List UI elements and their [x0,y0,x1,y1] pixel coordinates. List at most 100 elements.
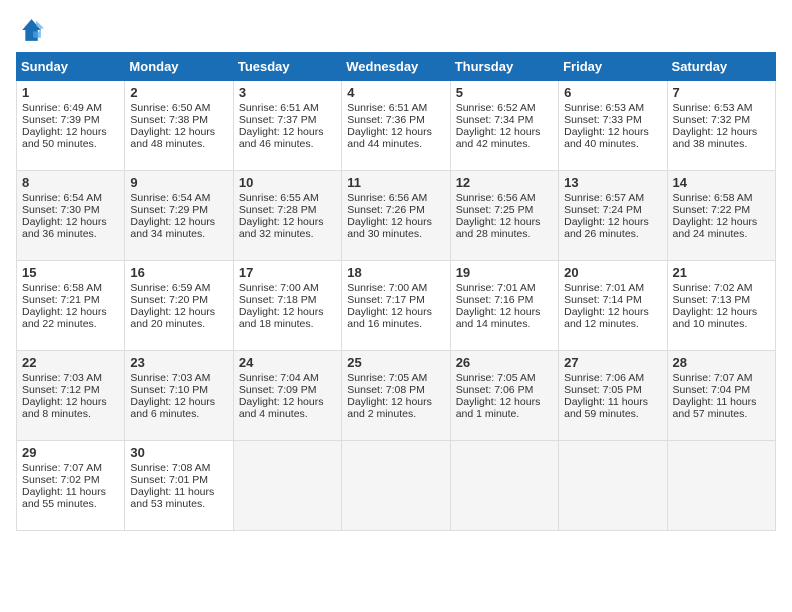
day-info-line: Daylight: 12 hours [239,216,336,228]
calendar-cell [233,441,341,531]
column-header-sunday: Sunday [17,53,125,81]
day-info-line: Sunrise: 6:53 AM [564,102,661,114]
calendar-cell: 20Sunrise: 7:01 AMSunset: 7:14 PMDayligh… [559,261,667,351]
calendar-cell: 28Sunrise: 7:07 AMSunset: 7:04 PMDayligh… [667,351,775,441]
day-info-line: and 48 minutes. [130,138,227,150]
page-header [16,16,776,44]
day-info-line: Daylight: 11 hours [22,486,119,498]
day-info-line: Sunset: 7:39 PM [22,114,119,126]
day-info-line: and 55 minutes. [22,498,119,510]
calendar-cell: 18Sunrise: 7:00 AMSunset: 7:17 PMDayligh… [342,261,450,351]
day-number: 19 [456,265,553,280]
day-info-line: Sunrise: 7:00 AM [239,282,336,294]
day-number: 17 [239,265,336,280]
day-info-line: Sunset: 7:22 PM [673,204,770,216]
day-info-line: Daylight: 12 hours [673,306,770,318]
day-info-line: Daylight: 12 hours [564,126,661,138]
day-info-line: Sunrise: 7:03 AM [130,372,227,384]
day-info-line: and 16 minutes. [347,318,444,330]
day-number: 18 [347,265,444,280]
day-info-line: and 2 minutes. [347,408,444,420]
day-info-line: and 1 minute. [456,408,553,420]
day-info-line: Daylight: 12 hours [673,126,770,138]
day-info-line: Daylight: 12 hours [564,306,661,318]
day-info-line: Sunset: 7:30 PM [22,204,119,216]
day-info-line: and 38 minutes. [673,138,770,150]
day-info-line: Daylight: 11 hours [130,486,227,498]
day-info-line: and 30 minutes. [347,228,444,240]
day-info-line: and 6 minutes. [130,408,227,420]
day-number: 13 [564,175,661,190]
calendar-cell: 14Sunrise: 6:58 AMSunset: 7:22 PMDayligh… [667,171,775,261]
day-number: 21 [673,265,770,280]
calendar-cell: 26Sunrise: 7:05 AMSunset: 7:06 PMDayligh… [450,351,558,441]
day-info-line: Sunrise: 7:05 AM [347,372,444,384]
day-info-line: and 24 minutes. [673,228,770,240]
day-number: 9 [130,175,227,190]
day-info-line: Sunset: 7:29 PM [130,204,227,216]
day-info-line: Sunrise: 6:58 AM [673,192,770,204]
day-info-line: Sunset: 7:25 PM [456,204,553,216]
calendar-cell: 27Sunrise: 7:06 AMSunset: 7:05 PMDayligh… [559,351,667,441]
day-info-line: Daylight: 12 hours [239,126,336,138]
calendar-cell: 25Sunrise: 7:05 AMSunset: 7:08 PMDayligh… [342,351,450,441]
day-info-line: Daylight: 12 hours [347,216,444,228]
column-header-tuesday: Tuesday [233,53,341,81]
header-row: SundayMondayTuesdayWednesdayThursdayFrid… [17,53,776,81]
day-info-line: Sunrise: 6:51 AM [347,102,444,114]
day-info-line: and 12 minutes. [564,318,661,330]
day-info-line: and 22 minutes. [22,318,119,330]
day-number: 10 [239,175,336,190]
day-info-line: Sunset: 7:14 PM [564,294,661,306]
day-info-line: Sunset: 7:38 PM [130,114,227,126]
day-info-line: and 4 minutes. [239,408,336,420]
day-info-line: and 8 minutes. [22,408,119,420]
day-number: 15 [22,265,119,280]
day-info-line: Sunset: 7:28 PM [239,204,336,216]
week-row-4: 22Sunrise: 7:03 AMSunset: 7:12 PMDayligh… [17,351,776,441]
calendar-cell: 24Sunrise: 7:04 AMSunset: 7:09 PMDayligh… [233,351,341,441]
calendar-cell [450,441,558,531]
day-number: 23 [130,355,227,370]
day-info-line: Sunset: 7:05 PM [564,384,661,396]
day-info-line: Sunset: 7:24 PM [564,204,661,216]
day-info-line: Daylight: 12 hours [22,396,119,408]
day-info-line: Daylight: 12 hours [456,126,553,138]
day-info-line: Sunrise: 6:49 AM [22,102,119,114]
day-number: 16 [130,265,227,280]
week-row-5: 29Sunrise: 7:07 AMSunset: 7:02 PMDayligh… [17,441,776,531]
day-info-line: Sunset: 7:06 PM [456,384,553,396]
day-info-line: Daylight: 12 hours [130,216,227,228]
day-info-line: Daylight: 12 hours [239,396,336,408]
day-info-line: Sunrise: 7:03 AM [22,372,119,384]
day-info-line: Sunrise: 7:07 AM [22,462,119,474]
day-info-line: Sunset: 7:16 PM [456,294,553,306]
calendar-header: SundayMondayTuesdayWednesdayThursdayFrid… [17,53,776,81]
day-info-line: Sunset: 7:33 PM [564,114,661,126]
day-number: 27 [564,355,661,370]
day-info-line: Sunrise: 7:05 AM [456,372,553,384]
day-number: 25 [347,355,444,370]
calendar-cell: 2Sunrise: 6:50 AMSunset: 7:38 PMDaylight… [125,81,233,171]
day-info-line: Sunset: 7:20 PM [130,294,227,306]
day-number: 14 [673,175,770,190]
day-info-line: Sunset: 7:26 PM [347,204,444,216]
logo [16,16,48,44]
day-info-line: Sunrise: 6:50 AM [130,102,227,114]
day-info-line: Sunset: 7:21 PM [22,294,119,306]
day-info-line: Sunset: 7:12 PM [22,384,119,396]
day-info-line: Sunrise: 6:54 AM [22,192,119,204]
calendar-cell: 5Sunrise: 6:52 AMSunset: 7:34 PMDaylight… [450,81,558,171]
day-info-line: Sunrise: 6:56 AM [456,192,553,204]
day-number: 20 [564,265,661,280]
day-info-line: Daylight: 12 hours [130,126,227,138]
calendar-cell: 29Sunrise: 7:07 AMSunset: 7:02 PMDayligh… [17,441,125,531]
day-info-line: Daylight: 11 hours [673,396,770,408]
calendar-cell: 6Sunrise: 6:53 AMSunset: 7:33 PMDaylight… [559,81,667,171]
day-info-line: Daylight: 12 hours [564,216,661,228]
day-info-line: Daylight: 12 hours [239,306,336,318]
day-info-line: Daylight: 11 hours [564,396,661,408]
calendar-cell: 12Sunrise: 6:56 AMSunset: 7:25 PMDayligh… [450,171,558,261]
day-info-line: Sunset: 7:02 PM [22,474,119,486]
calendar-cell: 3Sunrise: 6:51 AMSunset: 7:37 PMDaylight… [233,81,341,171]
